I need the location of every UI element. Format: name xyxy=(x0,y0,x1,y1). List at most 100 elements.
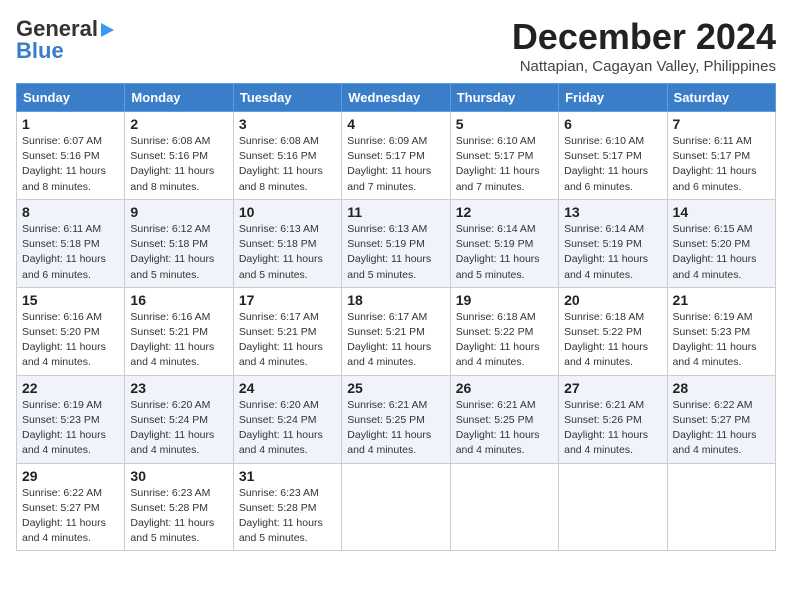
day-info: Sunrise: 6:08 AM Sunset: 5:16 PM Dayligh… xyxy=(239,134,336,195)
day-number: 2 xyxy=(130,116,227,132)
day-number: 27 xyxy=(564,380,661,396)
day-info: Sunrise: 6:23 AM Sunset: 5:28 PM Dayligh… xyxy=(239,486,336,547)
day-number: 28 xyxy=(673,380,770,396)
day-info: Sunrise: 6:18 AM Sunset: 5:22 PM Dayligh… xyxy=(564,310,661,371)
day-number: 24 xyxy=(239,380,336,396)
day-number: 19 xyxy=(456,292,553,308)
header-thursday: Thursday xyxy=(450,84,558,112)
day-info: Sunrise: 6:07 AM Sunset: 5:16 PM Dayligh… xyxy=(22,134,119,195)
day-number: 4 xyxy=(347,116,444,132)
calendar-cell: 24 Sunrise: 6:20 AM Sunset: 5:24 PM Dayli… xyxy=(233,375,341,463)
calendar-cell: 15 Sunrise: 6:16 AM Sunset: 5:20 PM Dayli… xyxy=(17,287,125,375)
day-info: Sunrise: 6:14 AM Sunset: 5:19 PM Dayligh… xyxy=(456,222,553,283)
day-number: 11 xyxy=(347,204,444,220)
calendar-cell: 8 Sunrise: 6:11 AM Sunset: 5:18 PM Daylig… xyxy=(17,199,125,287)
day-number: 1 xyxy=(22,116,119,132)
day-info: Sunrise: 6:19 AM Sunset: 5:23 PM Dayligh… xyxy=(22,398,119,459)
calendar-cell: 4 Sunrise: 6:09 AM Sunset: 5:17 PM Daylig… xyxy=(342,112,450,200)
week-row-5: 29Sunrise: 6:22 AM Sunset: 5:27 PM Dayli… xyxy=(17,463,776,551)
day-info: Sunrise: 6:17 AM Sunset: 5:21 PM Dayligh… xyxy=(347,310,444,371)
week-row-3: 15 Sunrise: 6:16 AM Sunset: 5:20 PM Dayli… xyxy=(17,287,776,375)
logo-blue: Blue xyxy=(16,38,64,64)
day-number: 25 xyxy=(347,380,444,396)
day-info: Sunrise: 6:20 AM Sunset: 5:24 PM Dayligh… xyxy=(130,398,227,459)
calendar-cell: 9 Sunrise: 6:12 AM Sunset: 5:18 PM Daylig… xyxy=(125,199,233,287)
calendar-cell: 13 Sunrise: 6:14 AM Sunset: 5:19 PM Dayli… xyxy=(559,199,667,287)
day-info: Sunrise: 6:11 AM Sunset: 5:18 PM Dayligh… xyxy=(22,222,119,283)
day-number: 10 xyxy=(239,204,336,220)
day-number: 3 xyxy=(239,116,336,132)
day-info: Sunrise: 6:17 AM Sunset: 5:21 PM Dayligh… xyxy=(239,310,336,371)
day-info: Sunrise: 6:23 AM Sunset: 5:28 PM Dayligh… xyxy=(130,486,227,547)
day-info: Sunrise: 6:16 AM Sunset: 5:20 PM Dayligh… xyxy=(22,310,119,371)
calendar-cell: 14 Sunrise: 6:15 AM Sunset: 5:20 PM Dayli… xyxy=(667,199,775,287)
day-number: 21 xyxy=(673,292,770,308)
header-sunday: Sunday xyxy=(17,84,125,112)
day-info: Sunrise: 6:15 AM Sunset: 5:20 PM Dayligh… xyxy=(673,222,770,283)
day-info: Sunrise: 6:09 AM Sunset: 5:17 PM Dayligh… xyxy=(347,134,444,195)
calendar-cell: 11 Sunrise: 6:13 AM Sunset: 5:19 PM Dayli… xyxy=(342,199,450,287)
day-number: 31 xyxy=(239,468,336,484)
day-number: 18 xyxy=(347,292,444,308)
calendar-cell: 12 Sunrise: 6:14 AM Sunset: 5:19 PM Dayli… xyxy=(450,199,558,287)
day-info: Sunrise: 6:11 AM Sunset: 5:17 PM Dayligh… xyxy=(673,134,770,195)
day-info: Sunrise: 6:13 AM Sunset: 5:19 PM Dayligh… xyxy=(347,222,444,283)
calendar-cell xyxy=(667,463,775,551)
calendar-cell: 26Sunrise: 6:21 AM Sunset: 5:25 PM Dayli… xyxy=(450,375,558,463)
calendar-cell: 10 Sunrise: 6:13 AM Sunset: 5:18 PM Dayli… xyxy=(233,199,341,287)
day-number: 8 xyxy=(22,204,119,220)
day-info: Sunrise: 6:13 AM Sunset: 5:18 PM Dayligh… xyxy=(239,222,336,283)
header-friday: Friday xyxy=(559,84,667,112)
day-info: Sunrise: 6:20 AM Sunset: 5:24 PM Dayligh… xyxy=(239,398,336,459)
calendar-cell: 7Sunrise: 6:11 AM Sunset: 5:17 PM Daylig… xyxy=(667,112,775,200)
day-info: Sunrise: 6:10 AM Sunset: 5:17 PM Dayligh… xyxy=(456,134,553,195)
header-row: SundayMondayTuesdayWednesdayThursdayFrid… xyxy=(17,84,776,112)
calendar-cell: 27 Sunrise: 6:21 AM Sunset: 5:26 PM Dayli… xyxy=(559,375,667,463)
calendar-cell: 31 Sunrise: 6:23 AM Sunset: 5:28 PM Dayli… xyxy=(233,463,341,551)
day-info: Sunrise: 6:18 AM Sunset: 5:22 PM Dayligh… xyxy=(456,310,553,371)
day-number: 23 xyxy=(130,380,227,396)
month-title: December 2024 xyxy=(512,16,776,58)
day-number: 9 xyxy=(130,204,227,220)
day-number: 29 xyxy=(22,468,119,484)
day-number: 15 xyxy=(22,292,119,308)
day-number: 26 xyxy=(456,380,553,396)
day-info: Sunrise: 6:16 AM Sunset: 5:21 PM Dayligh… xyxy=(130,310,227,371)
calendar-cell: 22Sunrise: 6:19 AM Sunset: 5:23 PM Dayli… xyxy=(17,375,125,463)
day-info: Sunrise: 6:12 AM Sunset: 5:18 PM Dayligh… xyxy=(130,222,227,283)
calendar-cell: 25 Sunrise: 6:21 AM Sunset: 5:25 PM Dayli… xyxy=(342,375,450,463)
day-number: 16 xyxy=(130,292,227,308)
day-number: 14 xyxy=(673,204,770,220)
header-tuesday: Tuesday xyxy=(233,84,341,112)
title-area: December 2024 Nattapian, Cagayan Valley,… xyxy=(512,16,776,75)
calendar-cell: 28Sunrise: 6:22 AM Sunset: 5:27 PM Dayli… xyxy=(667,375,775,463)
day-number: 13 xyxy=(564,204,661,220)
location: Nattapian, Cagayan Valley, Philippines xyxy=(512,58,776,75)
calendar-cell xyxy=(559,463,667,551)
day-info: Sunrise: 6:21 AM Sunset: 5:26 PM Dayligh… xyxy=(564,398,661,459)
header-monday: Monday xyxy=(125,84,233,112)
calendar-cell: 23 Sunrise: 6:20 AM Sunset: 5:24 PM Dayli… xyxy=(125,375,233,463)
logo: General Blue xyxy=(16,16,114,64)
calendar-cell: 21 Sunrise: 6:19 AM Sunset: 5:23 PM Dayli… xyxy=(667,287,775,375)
calendar-cell: 29Sunrise: 6:22 AM Sunset: 5:27 PM Dayli… xyxy=(17,463,125,551)
calendar-cell: 18 Sunrise: 6:17 AM Sunset: 5:21 PM Dayli… xyxy=(342,287,450,375)
day-number: 5 xyxy=(456,116,553,132)
calendar-cell: 20 Sunrise: 6:18 AM Sunset: 5:22 PM Dayli… xyxy=(559,287,667,375)
calendar-cell: 17Sunrise: 6:17 AM Sunset: 5:21 PM Dayli… xyxy=(233,287,341,375)
calendar-cell: 1 Sunrise: 6:07 AM Sunset: 5:16 PM Daylig… xyxy=(17,112,125,200)
week-row-2: 8 Sunrise: 6:11 AM Sunset: 5:18 PM Daylig… xyxy=(17,199,776,287)
day-number: 20 xyxy=(564,292,661,308)
day-info: Sunrise: 6:10 AM Sunset: 5:17 PM Dayligh… xyxy=(564,134,661,195)
header: General Blue December 2024 Nattapian, Ca… xyxy=(16,16,776,75)
day-info: Sunrise: 6:14 AM Sunset: 5:19 PM Dayligh… xyxy=(564,222,661,283)
day-info: Sunrise: 6:21 AM Sunset: 5:25 PM Dayligh… xyxy=(347,398,444,459)
calendar-table: SundayMondayTuesdayWednesdayThursdayFrid… xyxy=(16,83,776,551)
week-row-1: 1 Sunrise: 6:07 AM Sunset: 5:16 PM Daylig… xyxy=(17,112,776,200)
calendar-cell: 3 Sunrise: 6:08 AM Sunset: 5:16 PM Daylig… xyxy=(233,112,341,200)
day-number: 30 xyxy=(130,468,227,484)
header-saturday: Saturday xyxy=(667,84,775,112)
day-number: 12 xyxy=(456,204,553,220)
calendar-cell: 5 Sunrise: 6:10 AM Sunset: 5:17 PM Daylig… xyxy=(450,112,558,200)
day-info: Sunrise: 6:19 AM Sunset: 5:23 PM Dayligh… xyxy=(673,310,770,371)
